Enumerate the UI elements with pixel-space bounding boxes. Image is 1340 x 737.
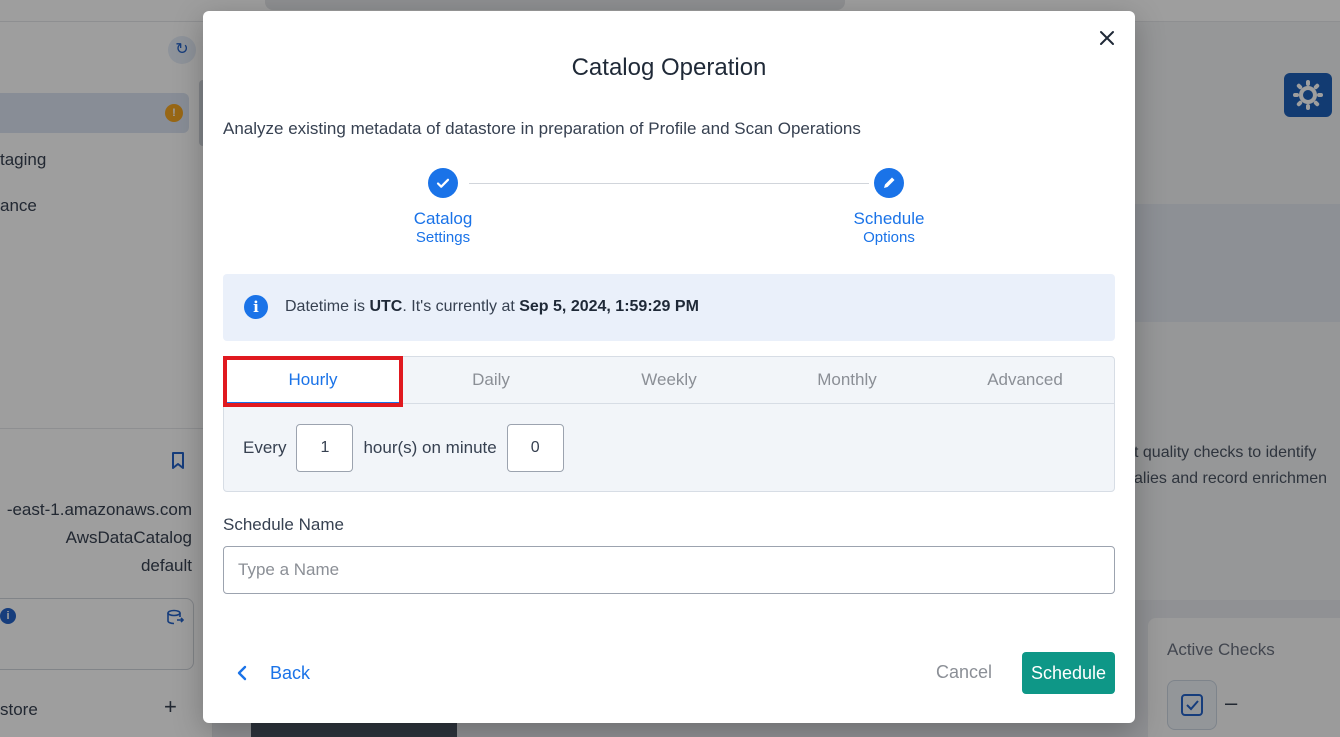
stepper-connector bbox=[469, 183, 869, 184]
minute-input[interactable]: 0 bbox=[506, 424, 564, 472]
dialog-description: Analyze existing metadata of datastore i… bbox=[223, 119, 861, 138]
tab-daily[interactable]: Daily bbox=[402, 357, 580, 403]
info-middle: . It's currently at bbox=[402, 298, 520, 315]
frequency-tabs: Hourly Daily Weekly Monthly Advanced bbox=[224, 357, 1114, 404]
pencil-icon bbox=[884, 177, 895, 188]
step-catalog-settings[interactable] bbox=[428, 168, 458, 198]
step-subtitle: Options bbox=[863, 229, 915, 246]
tab-monthly[interactable]: Monthly bbox=[758, 357, 936, 403]
info-icon: i bbox=[244, 295, 268, 319]
catalog-operation-dialog: Catalog Operation Analyze existing metad… bbox=[203, 11, 1135, 723]
check-icon bbox=[436, 178, 450, 188]
schedule-button[interactable]: Schedule bbox=[1022, 652, 1115, 694]
schedule-name-input[interactable] bbox=[223, 546, 1115, 594]
info-datetime: Sep 5, 2024, 1:59:29 PM bbox=[519, 298, 699, 315]
schedule-frequency-panel: Hourly Daily Weekly Monthly Advanced Eve… bbox=[223, 356, 1115, 492]
tab-weekly[interactable]: Weekly bbox=[580, 357, 758, 403]
schedule-name-label: Schedule Name bbox=[223, 515, 344, 534]
hourly-frequency-row: Every 1 hour(s) on minute 0 bbox=[243, 424, 574, 472]
timezone-info-text: Datetime is UTC. It's currently at Sep 5… bbox=[285, 298, 699, 316]
tab-hourly[interactable]: Hourly bbox=[224, 357, 402, 404]
info-timezone: UTC bbox=[369, 298, 403, 315]
hours-input[interactable]: 1 bbox=[296, 424, 354, 472]
step-subtitle: Settings bbox=[415, 229, 471, 246]
minute-label: hour(s) on minute bbox=[363, 438, 497, 457]
info-prefix: Datetime is bbox=[285, 298, 370, 315]
close-button[interactable] bbox=[1096, 27, 1118, 49]
every-label: Every bbox=[243, 438, 287, 457]
step-title: Schedule bbox=[853, 209, 925, 228]
timezone-info-banner: i Datetime is UTC. It's currently at Sep… bbox=[223, 274, 1115, 341]
tab-advanced[interactable]: Advanced bbox=[936, 357, 1114, 403]
back-button[interactable]: Back bbox=[236, 659, 310, 687]
chevron-left-icon bbox=[237, 665, 247, 681]
step-schedule-options[interactable] bbox=[874, 168, 904, 198]
close-icon bbox=[1100, 31, 1114, 45]
step-catalog-settings-label[interactable]: Catalog Settings bbox=[393, 209, 493, 247]
dialog-title: Catalog Operation bbox=[571, 54, 767, 81]
step-title: Catalog bbox=[413, 209, 473, 228]
cancel-button[interactable]: Cancel bbox=[936, 662, 992, 683]
back-label: Back bbox=[270, 662, 311, 683]
step-schedule-options-label[interactable]: Schedule Options bbox=[839, 209, 939, 247]
